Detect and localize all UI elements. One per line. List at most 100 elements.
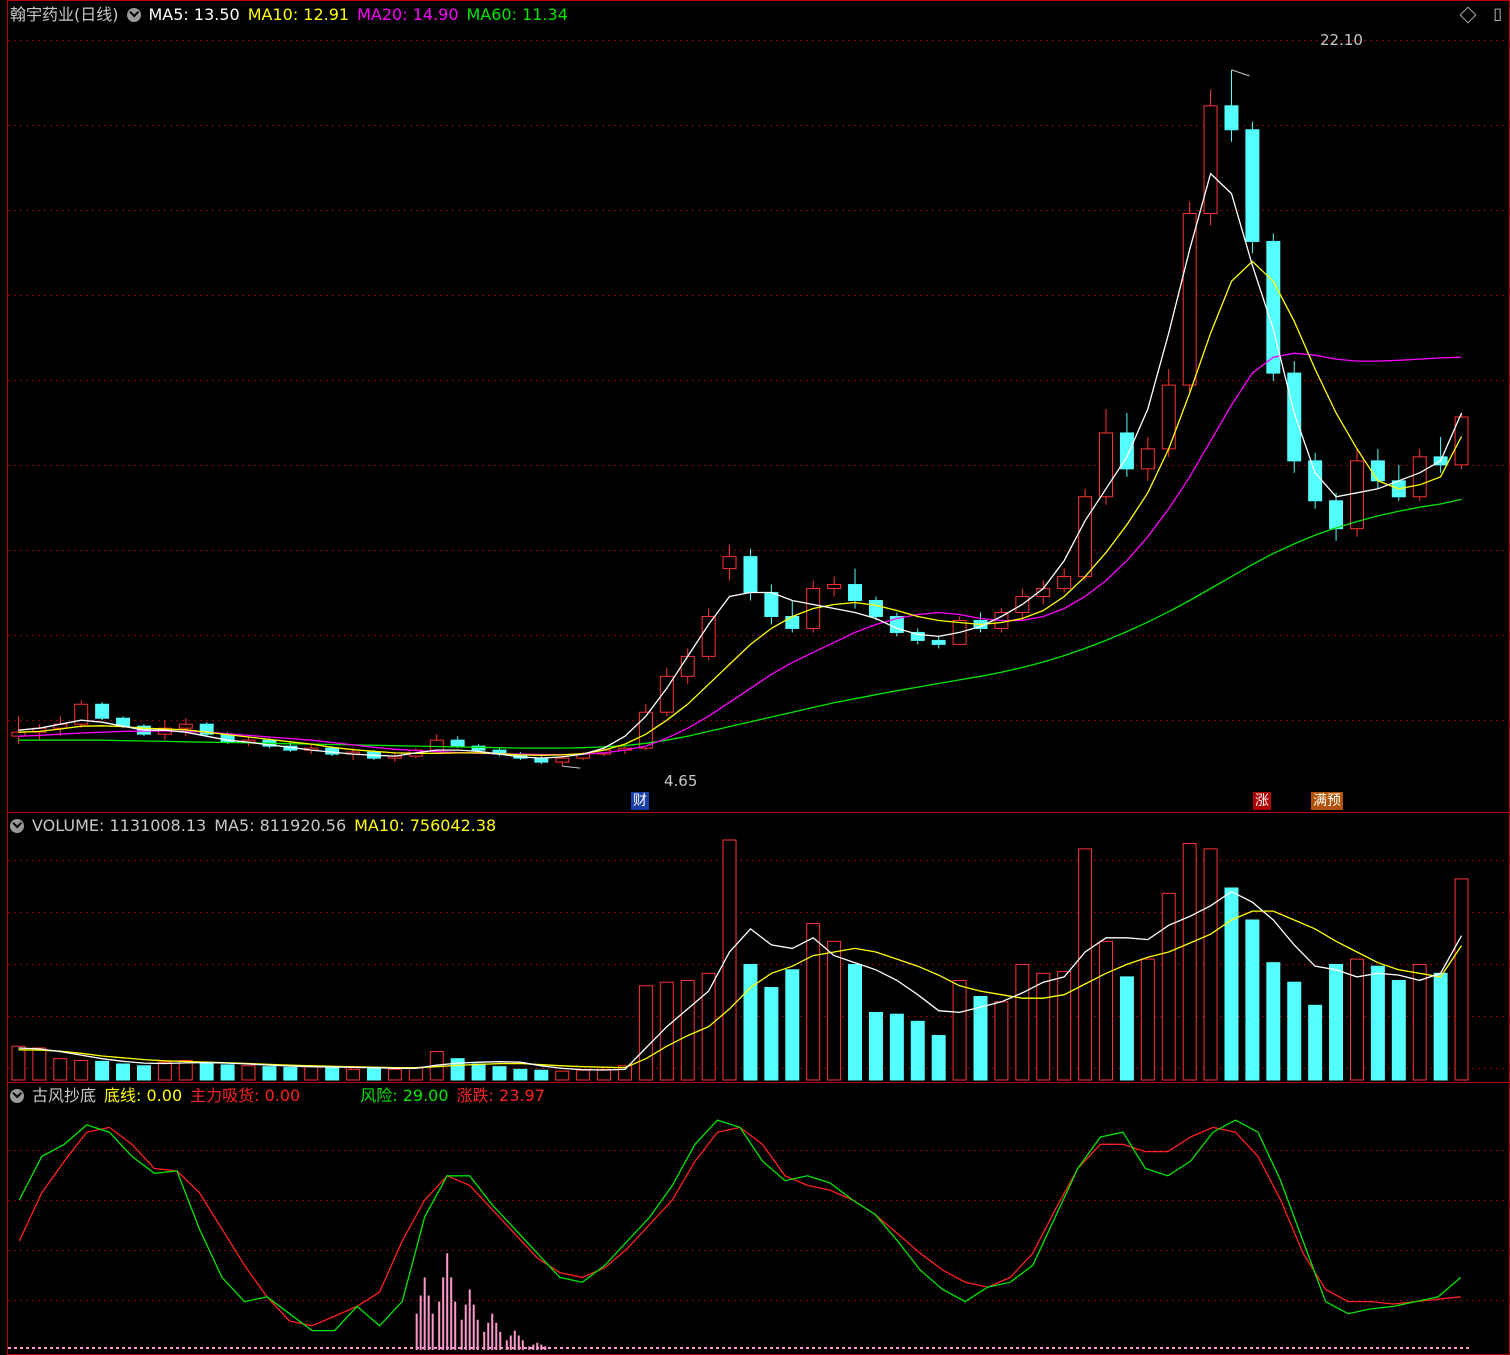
volume-bar [1161,892,1176,1081]
volume-bar [1329,963,1344,1081]
ma60-legend: MA60: 11.34 [466,5,568,24]
volume-bar [1140,958,1155,1081]
volume-bar [220,1064,235,1081]
volume-bar [638,985,653,1081]
volume-bar [827,940,842,1081]
ma10-legend: MA10: 12.91 [247,5,350,24]
volume-bar [74,1059,89,1081]
volume-bar [806,923,821,1081]
candle [1099,432,1113,498]
close-icon[interactable]: ▯ [1493,4,1502,23]
candle [1224,105,1239,131]
volume-ma5-line [18,890,1463,1071]
volume-bar [1224,887,1239,1081]
volume-bar [408,1067,423,1081]
volume-bar [283,1067,298,1081]
volume-bar [931,1035,946,1081]
candle [1308,460,1323,502]
volume-bar [450,1058,465,1081]
volume-bar [952,979,967,1081]
volume-bar [1412,963,1427,1081]
bottom-line-legend: 底线: 0.00 [104,1086,183,1105]
volume-bar [471,1063,486,1081]
volume-bar [848,963,863,1081]
volume-bar [11,1045,26,1081]
volume-bar [1078,848,1093,1081]
volume-bar [32,1047,47,1081]
ma5-legend: MA5: 13.50 [148,5,240,24]
volume-bar [367,1067,381,1081]
high-price-label: 22.10 [1320,31,1363,49]
dropdown-icon[interactable] [10,819,24,833]
stock-name[interactable]: 翰宇药业(日线) [10,5,119,24]
candle [1329,500,1344,530]
candle [1245,129,1260,242]
low-marker-arrow [562,765,581,769]
volume-bar [743,963,758,1081]
chart-canvas [7,0,1510,1355]
candle [1370,460,1385,482]
volume-bar [555,1070,570,1081]
candle [827,584,842,590]
candle [178,723,193,729]
candle [1161,384,1176,450]
candle [450,739,465,747]
candle [1140,448,1155,470]
candle [1349,460,1364,530]
candle [1412,456,1427,498]
candle [868,600,883,617]
volume-bar [1287,981,1302,1081]
volume-bar [1266,962,1281,1081]
volume-panel[interactable] [11,839,1469,1081]
price-legend: 翰宇药业(日线) MA5: 13.50 MA10: 12.91 MA20: 14.90… [10,4,576,26]
volume-bar [1203,848,1218,1081]
volume-bar [199,1061,214,1081]
indicator-name[interactable]: 古风抄底 [32,1086,96,1105]
dropdown-icon[interactable] [10,1089,24,1103]
volume-bar [597,1068,612,1081]
candle [743,556,758,594]
volume-bar [513,1068,528,1081]
change-legend: 涨跌: 23.97 [456,1086,545,1105]
indicator-legend: 古风抄底 底线: 0.00 主力吸货: 0.00 风险: 29.00 涨跌: 23.97 [10,1085,553,1107]
candle [701,615,716,657]
candle [1266,240,1281,374]
risk-legend: 风险: 29.00 [360,1086,449,1105]
candle [1287,372,1302,462]
ma20-legend: MA20: 14.90 [357,5,459,24]
event-marker-manyu[interactable]: 满预 [1311,792,1343,810]
event-marker-cai[interactable]: 财 [631,792,649,810]
dropdown-icon[interactable] [126,8,141,22]
candle [680,655,695,677]
volume-bar [1182,843,1197,1081]
volume-bar [868,1011,883,1081]
change-line [18,1126,1461,1327]
volume-ma10-legend: MA10: 756042.38 [354,816,497,835]
candle [785,615,800,629]
volume-bar [1036,972,1051,1081]
volume-bar [157,1061,172,1081]
volume-bar [1245,919,1260,1081]
volume-bar [1433,972,1448,1081]
volume-bar [785,969,800,1081]
volume-bar [136,1065,151,1081]
candle [1078,496,1093,578]
low-price-label: 4.65 [664,772,698,790]
volume-bar [241,1065,256,1081]
candle [555,757,570,763]
volume-bar [262,1066,277,1081]
volume-bar [1119,976,1134,1081]
volume-bar [534,1069,549,1081]
volume-bar [910,1020,925,1081]
candle [1203,105,1218,215]
volume-legend: VOLUME: 1131008.13 MA5: 811920.56 MA10: 75… [10,815,504,837]
volume-bar [304,1065,319,1081]
indicator-panel[interactable] [8,1119,1472,1350]
risk-line [18,1119,1462,1332]
candle [764,592,779,617]
event-marker-zhang[interactable]: 涨 [1253,792,1271,810]
volume-bar [889,1013,904,1081]
price-panel[interactable] [11,69,1469,769]
volume-bar [973,995,988,1081]
volume-bar [116,1063,131,1081]
